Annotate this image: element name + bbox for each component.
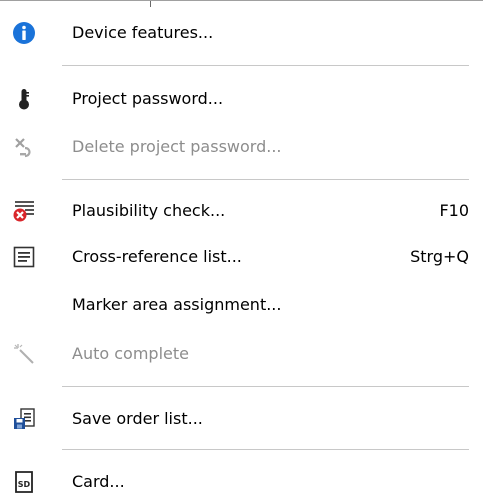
menu-separator [62,449,469,450]
menu-item-save-order-list[interactable]: Save order list... [0,399,483,439]
menu-item-card[interactable]: SD Card... [0,462,483,502]
menu-anchor-tick [150,1,151,7]
menu-separator [62,386,469,387]
plausibility-check-icon [12,199,36,223]
sd-card-icon: SD [12,470,36,494]
menu-item-auto-complete[interactable]: Auto complete [0,334,483,374]
shortcut-label: Strg+Q [410,247,469,266]
thermometer-icon [12,87,36,111]
menu-item-label: Auto complete [72,344,189,363]
menu-item-device-features[interactable]: Device features... [0,13,483,53]
menu-item-project-password[interactable]: Project password... [0,79,483,119]
menu-item-label: Marker area assignment... [72,295,282,314]
menu-item-label: Device features... [72,23,214,42]
delete-password-icon [12,135,36,159]
menu-separator [62,65,469,66]
magic-wand-icon [12,342,36,366]
menu-item-label: Card... [72,472,125,491]
menu-item-label: Project password... [72,89,224,108]
menu-item-marker-area-assignment[interactable]: Marker area assignment... [0,285,483,325]
context-menu: Device features... Project password... D… [0,0,483,503]
menu-item-label: Save order list... [72,409,203,428]
save-order-list-icon [12,407,36,431]
menu-item-label: Plausibility check... [72,201,226,220]
menu-separator [62,179,469,180]
info-icon [12,21,36,45]
menu-item-cross-reference-list[interactable]: Cross-reference list... Strg+Q [0,237,483,277]
svg-text:SD: SD [18,480,31,489]
menu-item-plausibility-check[interactable]: Plausibility check... F10 [0,191,483,231]
menu-item-label: Cross-reference list... [72,247,242,266]
menu-item-delete-project-password[interactable]: Delete project password... [0,127,483,167]
menu-item-label: Delete project password... [72,137,282,156]
list-icon [12,245,36,269]
shortcut-label: F10 [439,201,469,220]
